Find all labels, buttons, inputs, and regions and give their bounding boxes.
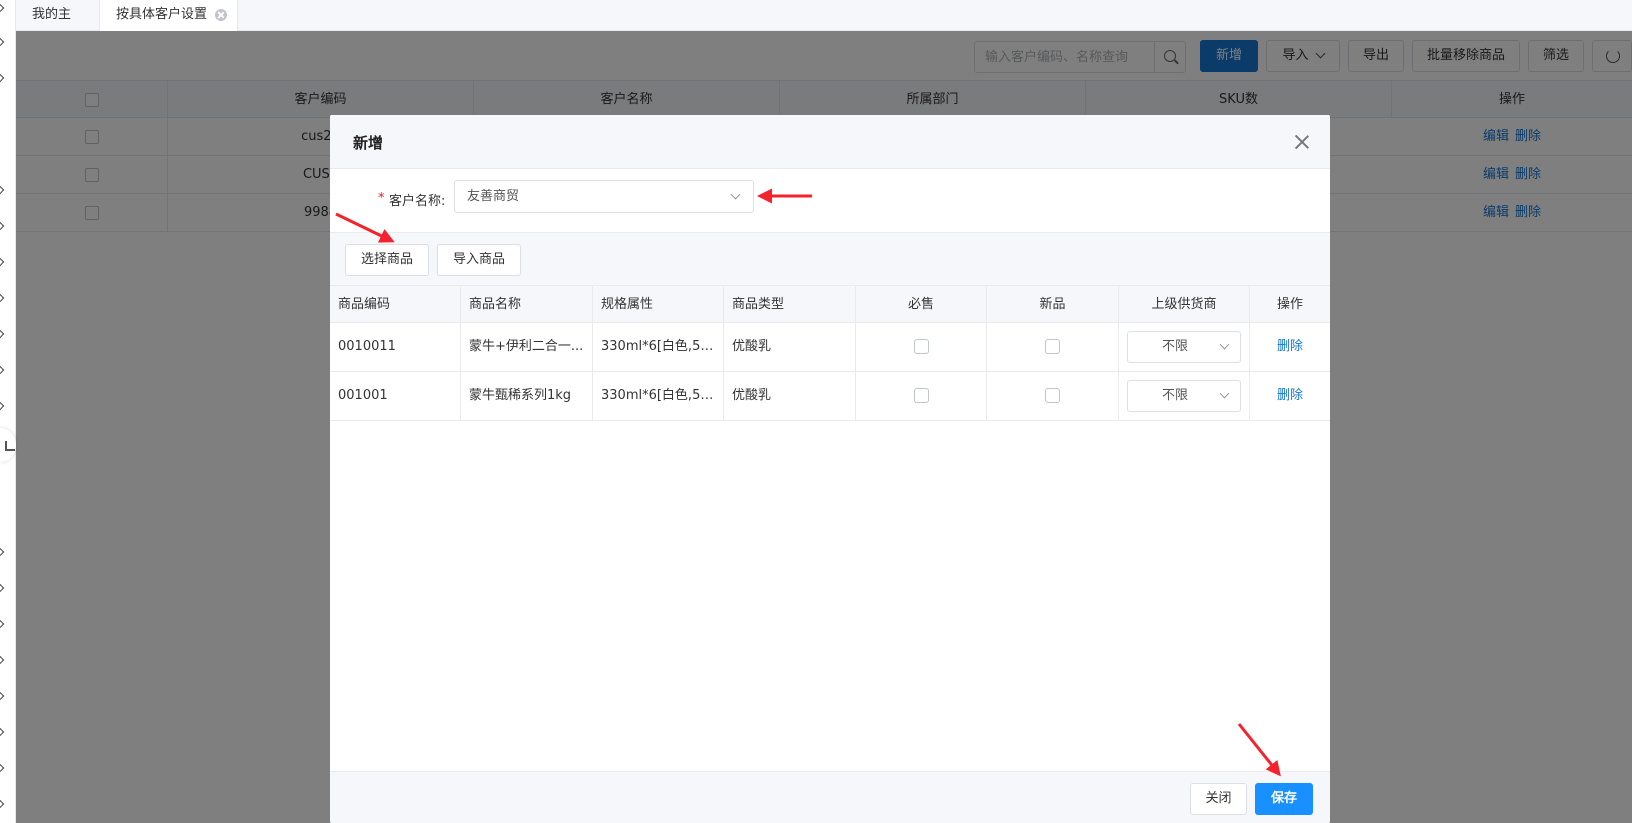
chevron-right-icon[interactable] — [0, 728, 8, 736]
col-goods-name: 商品名称 — [461, 286, 593, 322]
goods-spec: 330ml*6[白色,50... — [593, 372, 724, 420]
tab-customer-settings[interactable]: 按具体客户设置 — [100, 0, 238, 31]
dialog-title: 新增 — [353, 134, 384, 152]
import-goods-button[interactable]: 导入商品 — [437, 244, 521, 276]
goods-type: 优酸乳 — [724, 372, 856, 420]
tab-home[interactable]: 我的主页 — [16, 0, 100, 52]
goods-code: 001001 — [330, 372, 461, 420]
customer-name-select[interactable]: 友善商贸 — [454, 180, 754, 213]
chevron-down-icon — [730, 189, 741, 200]
supplier-value: 不限 — [1161, 388, 1188, 403]
goods-table: 商品编码 商品名称 规格属性 商品类型 必售 新品 上级供货商 操作 00100… — [330, 286, 1330, 421]
close-button[interactable]: 关闭 — [1190, 783, 1247, 815]
dialog-footer: 关闭 保存 — [330, 771, 1330, 823]
chevron-right-icon[interactable] — [0, 222, 8, 230]
col-goods-code: 商品编码 — [330, 286, 461, 322]
col-actions: 操作 — [1276, 297, 1303, 312]
tab-label: 按具体客户设置 — [116, 7, 208, 22]
chevron-right-icon[interactable] — [0, 258, 8, 266]
required-asterisk: * — [378, 191, 385, 206]
delete-link[interactable]: 删除 — [1277, 388, 1303, 403]
close-icon[interactable] — [215, 9, 227, 21]
supplier-select[interactable]: 不限 — [1127, 380, 1241, 412]
table-header: 商品编码 商品名称 规格属性 商品类型 必售 新品 上级供货商 操作 — [330, 286, 1330, 323]
delete-link[interactable]: 删除 — [1277, 339, 1303, 354]
goods-toolbar: 选择商品 导入商品 — [330, 233, 1330, 286]
goods-spec: 330ml*6[白色,50... — [593, 323, 724, 371]
save-button[interactable]: 保存 — [1255, 783, 1313, 815]
goods-name: 蒙牛+伊利二合一... — [461, 323, 593, 371]
dialog-header: 新增 — [330, 115, 1330, 169]
tab-bar: 我的主页 按具体客户设置 — [16, 0, 1632, 52]
supplier-select[interactable]: 不限 — [1127, 331, 1241, 363]
chevron-right-icon[interactable] — [0, 366, 8, 374]
chevron-right-icon[interactable] — [0, 584, 8, 592]
chevron-right-icon[interactable] — [0, 38, 8, 46]
col-spec: 规格属性 — [593, 286, 724, 322]
chevron-right-icon[interactable] — [0, 764, 8, 772]
chevron-right-icon[interactable] — [0, 186, 8, 194]
close-icon[interactable] — [1294, 134, 1310, 150]
chevron-down-icon — [1219, 388, 1230, 399]
new-product-checkbox[interactable] — [1045, 388, 1060, 403]
chevron-right-icon[interactable] — [0, 4, 8, 12]
col-goods-type: 商品类型 — [724, 286, 856, 322]
select-goods-button[interactable]: 选择商品 — [345, 244, 429, 276]
chevron-right-icon[interactable] — [0, 402, 8, 410]
chevron-right-icon[interactable] — [0, 548, 8, 556]
chevron-right-icon[interactable] — [0, 692, 8, 700]
goods-type: 优酸乳 — [724, 323, 856, 371]
chevron-right-icon[interactable] — [0, 330, 8, 338]
table-row: 0010011 蒙牛+伊利二合一... 330ml*6[白色,50... 优酸乳… — [330, 323, 1330, 372]
col-must-sell: 必售 — [856, 286, 987, 322]
chevron-right-icon[interactable] — [0, 294, 8, 302]
left-rail — [0, 0, 16, 823]
chevron-right-icon[interactable] — [0, 74, 8, 82]
chevron-down-icon — [1219, 339, 1230, 350]
add-dialog: 新增 * 客户名称: 友善商贸 选择商品 导入商品 商品编码 商品名称 规格属性… — [330, 115, 1330, 823]
must-sell-checkbox[interactable] — [913, 339, 929, 354]
chevron-right-icon[interactable] — [0, 620, 8, 628]
customer-form-row: * 客户名称: 友善商贸 — [330, 169, 1330, 233]
chevron-right-icon[interactable] — [0, 800, 8, 808]
chevron-right-icon[interactable] — [0, 656, 8, 664]
new-product-checkbox[interactable] — [1045, 339, 1060, 354]
goods-name: 蒙牛甄稀系列1kg — [461, 372, 593, 420]
col-new-product: 新品 — [987, 286, 1119, 322]
goods-code: 0010011 — [330, 323, 461, 371]
collapse-toggle-icon[interactable] — [0, 428, 16, 462]
table-row: 001001 蒙牛甄稀系列1kg 330ml*6[白色,50... 优酸乳 不限… — [330, 372, 1330, 421]
customer-name-value: 友善商贸 — [467, 189, 520, 204]
supplier-value: 不限 — [1161, 339, 1188, 354]
must-sell-checkbox[interactable] — [913, 388, 929, 403]
customer-name-label: 客户名称: — [389, 194, 446, 209]
col-supplier: 上级供货商 — [1119, 286, 1250, 322]
